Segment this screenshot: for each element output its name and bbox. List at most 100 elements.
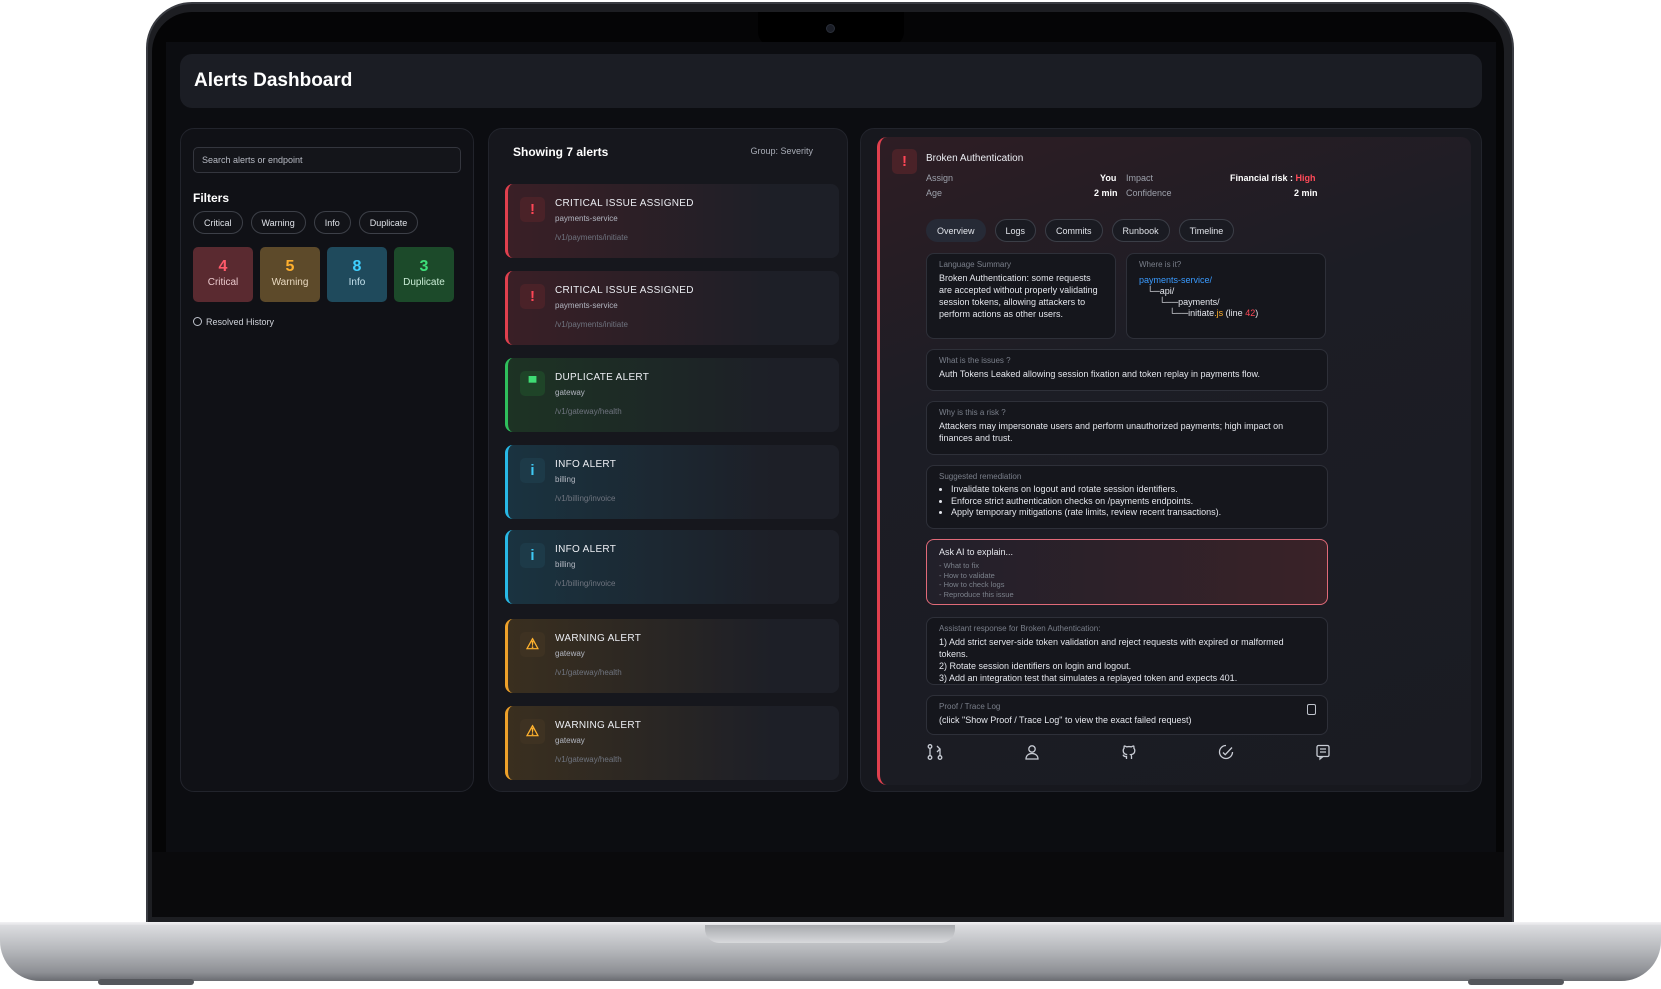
- stat-label: Critical: [207, 277, 239, 288]
- alert-card[interactable]: ! CRITICAL ISSUE ASSIGNED payments-servi…: [505, 271, 839, 345]
- stat-label: Info: [348, 277, 366, 288]
- laptop-opening-groove: [705, 925, 955, 943]
- confidence-label: Confidence: [1126, 188, 1172, 198]
- tab-timeline[interactable]: Timeline: [1178, 219, 1235, 242]
- ask-ai-input[interactable]: Ask AI to explain... - What to fix - How…: [926, 539, 1328, 605]
- notes-icon[interactable]: [1314, 743, 1332, 761]
- box-caption: Assistant response for Broken Authentica…: [939, 624, 1101, 633]
- page-title: Alerts Dashboard: [194, 70, 353, 91]
- file-name: initiate: [1188, 308, 1215, 318]
- ask-suggestion[interactable]: - How to validate: [939, 571, 1315, 581]
- remediation-item: Enforce strict authentication checks on …: [951, 496, 1315, 508]
- tree-folder: └──payments/: [1159, 297, 1220, 307]
- alert-endpoint: /v1/billing/invoice: [555, 579, 616, 588]
- search-input[interactable]: Search alerts or endpoint: [193, 147, 461, 173]
- risk-text: Attackers may impersonate users and perf…: [939, 421, 1284, 443]
- user-icon[interactable]: [1023, 743, 1041, 761]
- alert-endpoint: /v1/gateway/health: [555, 407, 622, 416]
- merge-icon[interactable]: [926, 743, 944, 761]
- alert-title: CRITICAL ISSUE ASSIGNED: [555, 285, 694, 296]
- alert-title: DUPLICATE ALERT: [555, 372, 650, 383]
- alert-service: payments-service: [555, 214, 618, 223]
- filter-chip-critical[interactable]: Critical: [193, 211, 243, 234]
- alert-endpoint: /v1/gateway/health: [555, 668, 622, 677]
- alert-endpoint: /v1/gateway/health: [555, 755, 622, 764]
- tree-root[interactable]: payments-service/: [1139, 275, 1313, 286]
- github-icon[interactable]: [1120, 743, 1138, 761]
- info-icon: i: [520, 458, 545, 483]
- resolved-history-link[interactable]: Resolved History: [193, 317, 274, 327]
- alert-card[interactable]: i INFO ALERT billing /v1/billing/invoice: [505, 530, 839, 604]
- age-value: 2 min: [1094, 188, 1118, 198]
- history-icon: [193, 317, 202, 326]
- laptop-foot-left: [98, 979, 194, 985]
- alert-title: CRITICAL ISSUE ASSIGNED: [555, 198, 694, 209]
- box-caption: Where is it?: [1139, 260, 1182, 269]
- alert-service: gateway: [555, 649, 585, 658]
- line-prefix: (line: [1225, 308, 1243, 318]
- tree-folder: └─api/: [1147, 286, 1175, 296]
- tab-overview[interactable]: Overview: [926, 219, 986, 242]
- alert-title: INFO ALERT: [555, 459, 617, 470]
- filter-chip-warning[interactable]: Warning: [250, 211, 306, 234]
- ask-suggestion[interactable]: - Reproduce this issue: [939, 590, 1315, 600]
- alert-card[interactable]: i INFO ALERT billing /v1/billing/invoice: [505, 445, 839, 519]
- ask-suggestion[interactable]: - What to fix: [939, 561, 1315, 571]
- alert-detail-panel: ! Broken Authentication Assign You Age 2…: [860, 128, 1482, 792]
- impact-level: High: [1295, 173, 1316, 183]
- risk-box: Why is this a risk ? Attackers may imper…: [926, 401, 1328, 455]
- tab-logs[interactable]: Logs: [994, 219, 1037, 242]
- stat-count: 5: [285, 258, 295, 275]
- alert-card[interactable]: ▀ DUPLICATE ALERT gateway /v1/gateway/he…: [505, 358, 839, 432]
- tree-file[interactable]: └──initiate.js (line 42): [1169, 308, 1313, 319]
- age-label: Age: [926, 188, 943, 198]
- alert-endpoint: /v1/payments/initiate: [555, 233, 628, 242]
- stat-label: Duplicate: [403, 277, 445, 288]
- impact-label: Impact: [1126, 173, 1154, 183]
- folder-icon: ▀: [520, 371, 545, 396]
- alert-service: payments-service: [555, 301, 618, 310]
- tree-folder-label: api/: [1159, 286, 1175, 296]
- proof-trace-box[interactable]: Proof / Trace Log (click "Show Proof / T…: [926, 695, 1328, 735]
- location-box: Where is it? payments-service/ └─api/ └─…: [1126, 253, 1326, 339]
- ask-suggestion[interactable]: - How to check logs: [939, 580, 1315, 590]
- tab-commits[interactable]: Commits: [1045, 219, 1103, 242]
- proof-text: (click "Show Proof / Trace Log" to view …: [939, 715, 1192, 725]
- action-toolbar: [926, 743, 1330, 763]
- alert-card[interactable]: ⚠ WARNING ALERT gateway /v1/gateway/heal…: [505, 619, 839, 693]
- alert-detail-title: Broken Authentication: [926, 153, 1024, 164]
- tab-runbook[interactable]: Runbook: [1111, 219, 1170, 242]
- alert-title: WARNING ALERT: [555, 633, 642, 644]
- laptop-frame: Alerts Dashboard Search alerts or endpoi…: [0, 0, 1661, 989]
- filter-chip-duplicate[interactable]: Duplicate: [358, 211, 419, 234]
- filters-heading: Filters: [193, 191, 230, 205]
- stat-duplicate[interactable]: 3 Duplicate: [394, 247, 454, 302]
- ask-ai-placeholder: Ask AI to explain...: [939, 547, 1014, 557]
- confidence-value: 2 min: [1294, 188, 1318, 198]
- alert-card[interactable]: ! CRITICAL ISSUE ASSIGNED payments-servi…: [505, 184, 839, 258]
- impact-value: Financial risk : High: [1230, 173, 1316, 183]
- stat-info[interactable]: 8 Info: [327, 247, 387, 302]
- alert-card[interactable]: ⚠ WARNING ALERT gateway /v1/gateway/heal…: [505, 706, 839, 780]
- assign-value[interactable]: You: [1100, 173, 1116, 183]
- stat-critical[interactable]: 4 Critical: [193, 247, 253, 302]
- box-caption: Suggested remediation: [939, 472, 1022, 481]
- group-by-select[interactable]: Group: Severity: [750, 146, 813, 156]
- stat-warning[interactable]: 5 Warning: [260, 247, 320, 302]
- file-ext: .js: [1214, 308, 1224, 318]
- box-caption: Why is this a risk ?: [939, 408, 1006, 417]
- language-summary-text: Broken Authentication: some requests are…: [939, 273, 1098, 319]
- camera-icon: [826, 24, 835, 33]
- assistant-response-box: Assistant response for Broken Authentica…: [926, 617, 1328, 685]
- filter-chip-info[interactable]: Info: [313, 211, 351, 234]
- copy-icon[interactable]: [1307, 704, 1316, 715]
- alert-title: INFO ALERT: [555, 544, 617, 555]
- alert-service: billing: [555, 475, 576, 484]
- check-gauge-icon[interactable]: [1217, 743, 1235, 761]
- remediation-list: Invalidate tokens on logout and rotate s…: [939, 484, 1315, 519]
- alert-critical-icon: !: [520, 284, 545, 309]
- severity-stats: 4 Critical 5 Warning 8 Info 3 Duplicate: [193, 247, 454, 302]
- filter-chips: Critical Warning Info Duplicate: [193, 211, 419, 234]
- stat-count: 4: [218, 258, 228, 275]
- alert-endpoint: /v1/payments/initiate: [555, 320, 628, 329]
